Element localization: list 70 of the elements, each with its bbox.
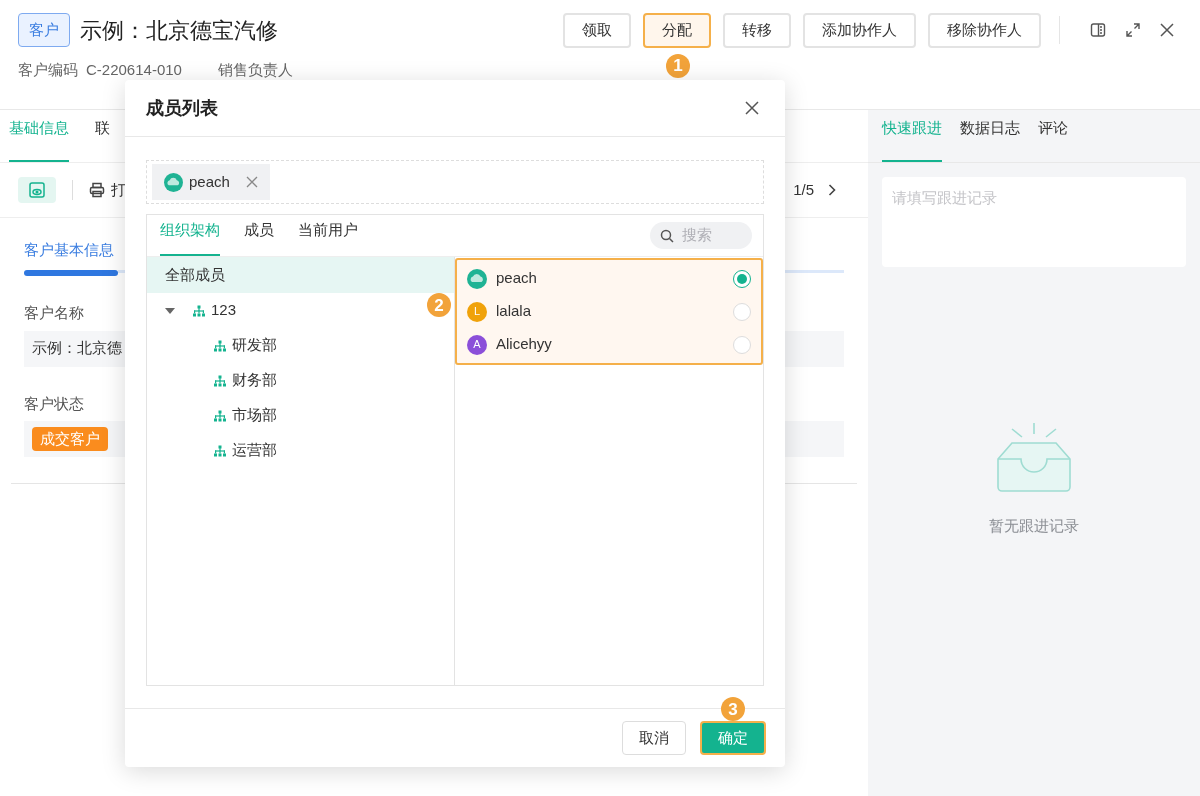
print-label[interactable]: 打 — [111, 178, 126, 202]
owner-label: 销售负责人 — [217, 60, 293, 80]
member-row[interactable]: A Alicehyy — [457, 328, 761, 361]
panel-icon[interactable] — [1090, 22, 1106, 38]
tab[interactable]: 数据日志 — [960, 110, 1020, 162]
status-tag: 成交客户 — [32, 427, 108, 451]
step-badge: 3 — [721, 697, 745, 721]
action-button[interactable]: 添加协作人 — [803, 12, 916, 48]
search-box[interactable]: 搜索 — [650, 222, 752, 249]
close-icon[interactable] — [1160, 23, 1174, 37]
eye-icon — [28, 182, 46, 198]
member-row[interactable]: L lalala — [457, 295, 761, 328]
cancel-button[interactable]: 取消 — [622, 721, 686, 755]
org-chart-icon — [214, 409, 226, 422]
letter-avatar: A — [467, 334, 487, 355]
member-name: Alicehyy — [496, 334, 552, 355]
letter-avatar: L — [467, 301, 487, 322]
code-label: 客户编码 — [18, 60, 78, 80]
pager-text: 1/5 — [793, 179, 814, 200]
printer-icon[interactable] — [89, 182, 105, 198]
tree-item[interactable]: 财务部 — [147, 363, 387, 398]
action-button[interactable]: 移除协作人 — [928, 12, 1041, 48]
tree-label: 财务部 — [232, 370, 277, 391]
tree-item[interactable]: 123 — [147, 293, 387, 328]
step-badge: 1 — [666, 53, 690, 78]
tree-item[interactable]: 运营部 — [147, 433, 387, 468]
follow-up-field[interactable]: 请填写跟进记录 — [882, 177, 1186, 267]
member-row[interactable]: peach — [457, 262, 761, 295]
search-icon — [660, 228, 674, 243]
caret-icon[interactable] — [165, 306, 175, 315]
empty-text: 暂无跟进记录 — [989, 516, 1079, 536]
field-value: 示例：北京德 — [32, 338, 122, 359]
tree-label: 123 — [211, 300, 237, 321]
field-label: 客户状态 — [24, 393, 84, 414]
field-label: 客户名称 — [24, 303, 84, 323]
chevron-right-icon[interactable] — [828, 184, 836, 196]
member-name: peach — [496, 268, 537, 289]
page-title: 示例：北京德宝汽修 — [80, 16, 278, 45]
tree-label: 市场部 — [232, 405, 277, 426]
tab[interactable]: 当前用户 — [298, 215, 358, 256]
org-chart-icon — [214, 444, 226, 457]
chip-name: peach — [189, 171, 230, 192]
member-name: lalala — [496, 301, 532, 322]
code-value: C-220614-010 — [86, 60, 182, 80]
step-badge: 2 — [427, 293, 451, 317]
org-chart-icon — [214, 339, 226, 352]
action-button[interactable]: 领取 — [563, 12, 631, 48]
customer-tag: 客户 — [18, 13, 70, 47]
action-button[interactable]: 转移 — [723, 12, 791, 48]
org-chart-icon — [193, 304, 205, 317]
action-button[interactable]: 分配 — [643, 12, 711, 48]
tree-label: 运营部 — [232, 440, 277, 461]
remove-icon[interactable] — [245, 176, 258, 188]
dialog-title: 成员列表 — [146, 96, 218, 120]
tab[interactable]: 联 — [95, 110, 110, 162]
tree-item[interactable]: 研发部 — [147, 328, 387, 363]
cloud-avatar-icon — [164, 172, 183, 192]
section-title: 客户基本信息 — [24, 241, 114, 258]
empty-inbox-icon — [994, 421, 1074, 493]
tab[interactable]: 评论 — [1038, 110, 1068, 162]
tab[interactable]: 成员 — [244, 215, 274, 256]
radio-button[interactable] — [733, 269, 751, 288]
search-field[interactable]: 搜索 — [682, 224, 732, 247]
expand-icon[interactable] — [1126, 23, 1140, 37]
cloud-avatar-icon — [467, 268, 487, 289]
tree-item[interactable]: 市场部 — [147, 398, 387, 433]
org-chart-icon — [214, 374, 226, 387]
tree-item[interactable]: 全部成员 — [147, 257, 454, 293]
close-icon[interactable] — [745, 101, 759, 115]
tree-label: 研发部 — [232, 335, 277, 356]
